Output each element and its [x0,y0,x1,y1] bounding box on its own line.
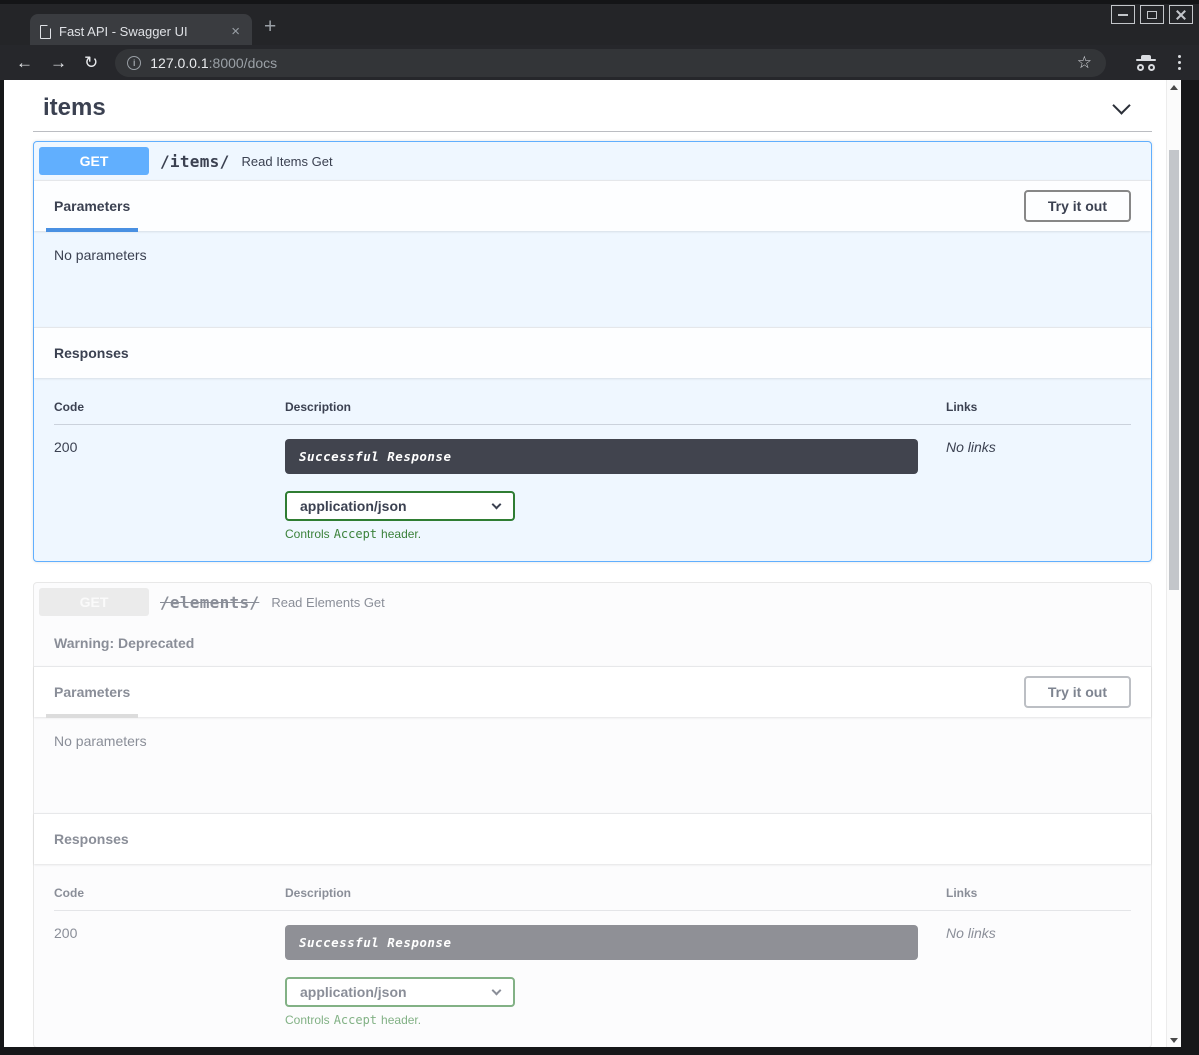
bookmark-star-icon[interactable]: ☆ [1077,53,1092,73]
url-path: :8000/docs [209,55,278,71]
col-links: Links [946,886,1131,911]
url-text: 127.0.0.1:8000/docs [150,55,1077,71]
parameters-header: Parameters Try it out [34,180,1151,231]
tab-title: Fast API - Swagger UI [59,24,221,39]
browser-tab[interactable]: Fast API - Swagger UI × [30,14,252,49]
responses-header: Responses [34,813,1151,864]
opblock-summary[interactable]: GET /elements/ Read Elements Get [34,583,1151,621]
media-type-select[interactable]: application/json [285,977,515,1007]
no-parameters-text: No parameters [34,717,1151,813]
response-description-cell: Successful Response application/json Con… [285,425,946,541]
chevron-down-icon [492,986,502,996]
accept-header-message: ControlsAcceptheader. [285,527,946,541]
browser-titlebar: Fast API - Swagger UI × + [0,0,1199,45]
new-tab-button[interactable]: + [264,17,276,37]
response-code: 200 [54,911,285,1027]
media-type-value: application/json [300,498,407,514]
site-info-icon[interactable]: i [127,56,141,70]
tab-parameters[interactable]: Parameters [46,667,138,718]
minimize-button[interactable] [1111,5,1135,24]
responses-body: Code Description Links 200 Successful Re… [34,864,1151,1047]
deprecated-warning: Warning: Deprecated [34,621,1151,666]
media-type-select[interactable]: application/json [285,491,515,521]
swagger-page: items GET /items/ Read Items Get Paramet… [4,80,1166,1047]
col-description: Description [285,400,946,425]
responses-header: Responses [34,327,1151,378]
chevron-down-icon [1112,96,1130,114]
tag-title: items [43,94,106,122]
response-description: Successful Response [285,925,918,960]
scrollbar[interactable] [1166,80,1181,1047]
method-badge: GET [39,147,149,175]
tag-divider [33,131,1152,132]
window-controls [1111,5,1193,24]
no-parameters-text: No parameters [34,231,1151,327]
endpoint-summary: Read Items Get [242,154,333,169]
browser-menu-icon[interactable] [1172,55,1187,70]
maximize-button[interactable] [1140,5,1164,24]
maximize-icon [1147,11,1157,19]
col-links: Links [946,400,1131,425]
opblock-get-elements-deprecated: GET /elements/ Read Elements Get Warning… [33,582,1152,1047]
accept-header-message: ControlsAcceptheader. [285,1013,946,1027]
responses-body: Code Description Links 200 Successful Re… [34,378,1151,561]
media-type-value: application/json [300,984,407,1000]
endpoint-summary: Read Elements Get [271,595,384,610]
url-host: 127.0.0.1 [150,55,208,71]
tab-parameters[interactable]: Parameters [46,181,138,232]
response-description: Successful Response [285,439,918,474]
response-description-cell: Successful Response application/json Con… [285,911,946,1027]
responses-table-header: Code Description Links [54,886,1131,911]
scrollbar-thumb[interactable] [1169,150,1179,590]
opblock-get-items: GET /items/ Read Items Get Parameters Tr… [33,141,1152,562]
col-description: Description [285,886,946,911]
tag-section-header-items[interactable]: items [33,88,1152,122]
back-button[interactable]: ← [16,54,33,71]
try-it-out-button[interactable]: Try it out [1024,676,1131,708]
incognito-icon[interactable] [1134,55,1158,71]
address-bar[interactable]: i 127.0.0.1:8000/docs ☆ [115,49,1106,77]
try-it-out-button[interactable]: Try it out [1024,190,1131,222]
parameters-header: Parameters Try it out [34,666,1151,717]
tab-close-icon[interactable]: × [229,24,242,39]
minimize-icon [1118,14,1128,16]
method-badge: GET [39,588,149,616]
response-row-200: 200 Successful Response application/json… [54,911,1131,1027]
endpoint-path: /items/ [160,152,230,171]
chevron-down-icon [492,500,502,510]
page-favicon-icon [40,25,51,39]
forward-button[interactable]: → [50,54,67,71]
response-links: No links [946,911,1131,1027]
col-code: Code [54,886,285,911]
browser-toolbar: ← → ↻ i 127.0.0.1:8000/docs ☆ [0,45,1199,80]
scrollbar-up-button[interactable] [1167,80,1181,94]
col-code: Code [54,400,285,425]
endpoint-path: /elements/ [160,593,259,612]
responses-title: Responses [54,831,129,847]
scrollbar-down-button[interactable] [1167,1033,1181,1047]
response-row-200: 200 Successful Response application/json… [54,425,1131,541]
opblock-summary[interactable]: GET /items/ Read Items Get [34,142,1151,180]
close-icon [1175,9,1187,21]
responses-table-header: Code Description Links [54,400,1131,425]
response-code: 200 [54,425,285,541]
reload-button[interactable]: ↻ [84,54,98,71]
responses-title: Responses [54,345,129,361]
close-button[interactable] [1169,5,1193,24]
response-links: No links [946,425,1131,541]
